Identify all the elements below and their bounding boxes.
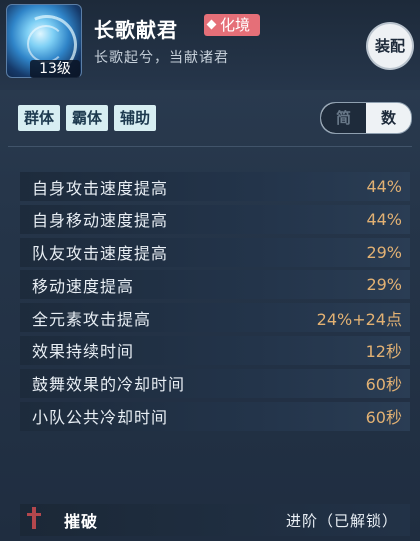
stat-label: 小队公共冷却时间 (32, 408, 169, 428)
divider (8, 146, 412, 147)
tier-label: 化境 (220, 16, 251, 34)
swirl-inner-icon (27, 25, 65, 63)
stat-value: 44% (366, 177, 402, 196)
skill-name: 长歌献君 (94, 18, 178, 42)
equip-button[interactable]: 装配 (368, 24, 412, 68)
advance-name: 摧破 (64, 512, 99, 531)
mode-toggle[interactable]: 简 数 (320, 102, 412, 134)
stat-list: 自身攻击速度提高 44% 自身移动速度提高 44% 队友攻击速度提高 29% 移… (20, 172, 410, 434)
stat-row: 效果持续时间 12秒 (20, 335, 410, 365)
stat-row: 自身移动速度提高 44% (20, 204, 410, 234)
stat-row: 移动速度提高 29% (20, 270, 410, 300)
advance-row[interactable]: 摧破 进阶（已解锁） (20, 504, 410, 536)
toggle-simple[interactable]: 简 (321, 103, 366, 133)
stat-row: 鼓舞效果的冷却时间 60秒 (20, 368, 410, 398)
skill-motto: 长歌起兮，当献诸君 (94, 50, 229, 66)
stat-value: 29% (366, 275, 402, 295)
skill-level: 13级 (30, 60, 80, 78)
stat-row: 队友攻击速度提高 29% (20, 237, 410, 267)
stat-value: 29% (366, 242, 402, 262)
skill-header: 13级 长歌献君 化境 长歌起兮，当献诸君 装配 (0, 0, 420, 90)
stat-label: 自身移动速度提高 (32, 211, 169, 231)
stat-value: 60秒 (365, 375, 402, 395)
stat-value: 60秒 (365, 408, 402, 428)
tag-support: 辅助 (114, 105, 157, 131)
stat-value: 24%+24点 (316, 309, 402, 329)
stat-value: 44% (366, 209, 402, 229)
tag-super-armor: 霸体 (66, 105, 109, 131)
tag-group: 群体 (18, 105, 61, 131)
stat-value: 12秒 (365, 342, 402, 362)
toggle-detail[interactable]: 数 (366, 103, 411, 133)
stat-label: 效果持续时间 (32, 342, 135, 362)
tier-badge: 化境 (204, 14, 261, 36)
skill-tags: 群体 霸体 辅助 (18, 105, 157, 131)
stat-row: 小队公共冷却时间 60秒 (20, 401, 410, 431)
stat-label: 自身攻击速度提高 (32, 178, 169, 198)
stat-row: 自身攻击速度提高 44% (20, 172, 410, 201)
diamond-icon (206, 19, 217, 30)
advance-status: 进阶（已解锁） (285, 511, 398, 530)
sword-icon (24, 505, 44, 535)
stat-label: 鼓舞效果的冷却时间 (32, 375, 186, 395)
stat-label: 移动速度提高 (32, 276, 135, 296)
stat-row: 全元素攻击提高 24%+24点 (20, 303, 410, 333)
stat-label: 全元素攻击提高 (32, 309, 152, 329)
stat-label: 队友攻击速度提高 (32, 244, 169, 264)
